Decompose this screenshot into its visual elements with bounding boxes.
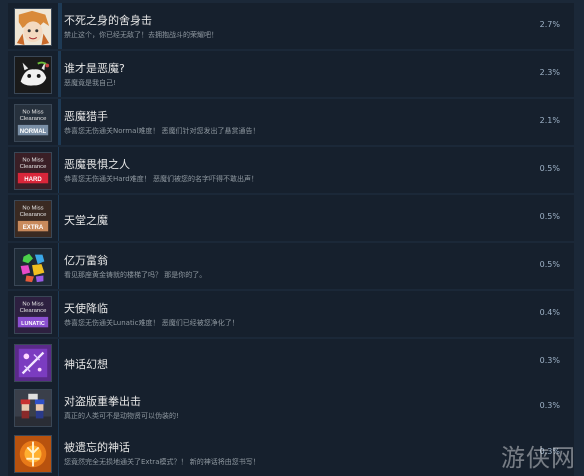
no-miss-lunatic-icon: No Miss Clearance LUNATIC [14, 296, 52, 334]
badge-line1: No Miss [22, 302, 43, 308]
achievement-title: 天使降临 [64, 302, 108, 315]
achievement-description: 您竟然完全无损地通关了Extra模式？！ 新的神话将由您书写！ [64, 458, 260, 466]
badge-line1: No Miss [22, 158, 43, 164]
achievement-percentage: 0.5% [539, 260, 560, 269]
achievement-row[interactable]: No Miss Clearance EXTRA 天堂之魔 0.5% [8, 195, 574, 241]
achievement-title: 亿万富翁 [64, 254, 108, 267]
achievement-description: 看见那座黄金铸就的楼梯了吗？ 那是你的了。 [64, 271, 207, 279]
achievement-description: 恭喜您无伤通关Lunatic难度！ 恶魔们已经被您净化了！ [64, 319, 239, 327]
no-miss-normal-icon: No Miss Clearance NORMAL [14, 104, 52, 142]
badge-line1: No Miss [22, 110, 43, 116]
badge-line2: Clearance [20, 308, 47, 314]
progress-bar [58, 51, 62, 97]
badge-line2: Clearance [20, 116, 47, 122]
progress-bar [58, 3, 62, 49]
achievement-title: 谁才是恶魔? [64, 62, 125, 75]
achievement-title: 天堂之魔 [64, 214, 108, 227]
achievement-row[interactable]: No Miss Clearance LUNATIC 天使降临 恭喜您无伤通关Lu… [8, 291, 574, 337]
pixel-characters-icon [14, 389, 52, 427]
achievement-title: 恶魔猎手 [64, 110, 108, 123]
badge-line2: Clearance [20, 164, 47, 170]
achievement-row[interactable]: 谁才是恶魔? 恶魔竟是我自己! 2.3% [8, 51, 574, 97]
achievement-percentage: 2.3% [539, 68, 560, 77]
progress-bar [58, 195, 60, 241]
achievement-title: 神话幻想 [64, 358, 108, 371]
achievement-row[interactable]: 不死之身的舍身击 禁止这个，你已经无敌了！去拥抱战斗的荣耀吧！ 2.7% [8, 3, 574, 49]
progress-bar [58, 243, 60, 289]
achievement-title: 恶魔畏惧之人 [64, 158, 130, 171]
badge-mode: HARD [24, 177, 42, 183]
progress-bar [58, 339, 59, 385]
anime-face-icon [14, 8, 52, 46]
badge-mode: NORMAL [20, 129, 47, 135]
achievement-title: 不死之身的舍身击 [64, 14, 152, 27]
gems-icon [14, 248, 52, 286]
progress-bar [58, 99, 61, 145]
achievement-row[interactable]: 被遗忘的神话 您竟然完全无损地通关了Extra模式？！ 新的神话将由您书写！ 0… [8, 430, 574, 476]
progress-bar [58, 384, 59, 430]
badge-mode: EXTRA [23, 225, 44, 231]
site-watermark: 游侠网 [501, 444, 576, 472]
no-miss-extra-icon: No Miss Clearance EXTRA [14, 200, 52, 238]
achievement-title: 被遗忘的神话 [64, 441, 130, 454]
progress-bar [58, 291, 60, 337]
achievement-percentage: 0.3% [539, 356, 560, 365]
achievement-percentage: 0.4% [539, 308, 560, 317]
achievement-row[interactable]: No Miss Clearance NORMAL 恶魔猎手 恭喜您无伤通关Nor… [8, 99, 574, 145]
achievement-percentage: 2.1% [539, 116, 560, 125]
progress-bar [58, 147, 60, 193]
achievement-percentage: 2.7% [539, 20, 560, 29]
achievement-description: 恭喜您无伤通关Normal难度！ 恶魔们针对您发出了悬赏通告！ [64, 127, 260, 135]
achievement-description: 恭喜您无伤通关Hard难度！ 恶魔们被您的名字吓得不敢出声！ [64, 175, 258, 183]
achievement-row[interactable]: 亿万富翁 看见那座黄金铸就的楼梯了吗？ 那是你的了。 0.5% [8, 243, 574, 289]
achievement-description: 禁止这个，你已经无敌了！去拥抱战斗的荣耀吧！ [64, 31, 218, 39]
achievement-row[interactable]: 神话幻想 0.3% [8, 339, 574, 385]
achievement-percentage: 0.5% [539, 212, 560, 221]
achievement-title: 对盗版重拳出击 [64, 395, 141, 408]
achievement-description: 恶魔竟是我自己! [64, 79, 116, 87]
achievement-row[interactable]: No Miss Clearance HARD 恶魔畏惧之人 恭喜您无伤通关Har… [8, 147, 574, 193]
badge-line1: No Miss [22, 206, 43, 212]
achievement-row[interactable]: 对盗版重拳出击 真正的人类可不是动物贤可以伪装的! 0.3% [8, 384, 574, 430]
badge-mode: LUNATIC [21, 321, 45, 327]
progress-bar [58, 430, 59, 476]
achievement-percentage: 0.5% [539, 164, 560, 173]
achievement-percentage: 0.3% [539, 401, 560, 410]
myth-slash-icon [14, 344, 52, 382]
demon-mask-icon [14, 56, 52, 94]
achievement-description: 真正的人类可不是动物贤可以伪装的! [64, 412, 179, 420]
forgotten-myth-icon [14, 435, 52, 473]
no-miss-hard-icon: No Miss Clearance HARD [14, 152, 52, 190]
badge-line2: Clearance [20, 212, 47, 218]
